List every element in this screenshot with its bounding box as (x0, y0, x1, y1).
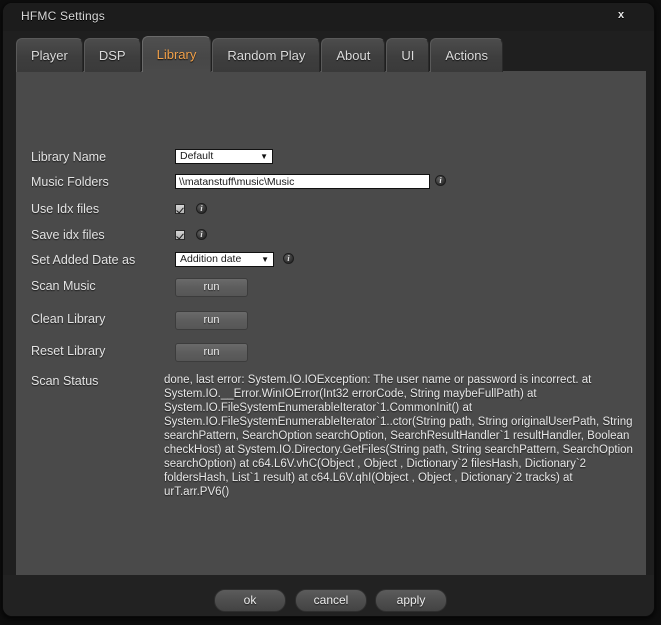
set-added-date-label: Set Added Date as (31, 253, 136, 267)
tab-bar: Player DSP Library Random Play About UI … (16, 36, 504, 72)
tab-actions[interactable]: Actions (430, 38, 504, 72)
clean-library-run-button[interactable]: run (175, 311, 248, 330)
scan-music-run-button[interactable]: run (175, 278, 248, 297)
save-idx-files-label: Save idx files (31, 228, 105, 242)
music-folders-info-icon[interactable]: i (435, 175, 446, 186)
reset-library-label: Reset Library (31, 344, 106, 358)
music-folders-input[interactable] (175, 174, 430, 189)
title-bar: HFMC Settings x (3, 3, 654, 31)
cancel-button[interactable]: cancel (295, 589, 367, 612)
chevron-down-icon: ▼ (260, 152, 268, 161)
chevron-down-icon: ▼ (261, 255, 269, 264)
use-idx-files-label: Use Idx files (31, 202, 100, 216)
tab-library[interactable]: Library (141, 36, 212, 72)
save-idx-files-info-icon[interactable]: i (196, 229, 207, 240)
clean-library-label: Clean Library (31, 312, 106, 326)
scan-music-label: Scan Music (31, 279, 96, 293)
tab-ui[interactable]: UI (386, 38, 430, 72)
set-added-date-dropdown[interactable]: Addition date ▼ (175, 252, 274, 267)
tab-player[interactable]: Player (16, 38, 83, 72)
scan-status-label: Scan Status (31, 374, 99, 388)
library-name-label: Library Name (31, 150, 107, 164)
music-folders-label: Music Folders (31, 175, 109, 189)
close-icon[interactable]: x (614, 8, 628, 22)
settings-window: HFMC Settings x Player DSP Library Rando… (2, 2, 655, 617)
reset-library-run-button[interactable]: run (175, 343, 248, 362)
scan-status-value: done, last error: System.IO.IOException:… (164, 374, 633, 498)
ok-button[interactable]: ok (214, 589, 286, 612)
use-idx-files-checkbox[interactable] (175, 204, 185, 214)
set-added-date-value: Addition date (180, 253, 242, 265)
tab-about[interactable]: About (321, 38, 386, 72)
tab-dsp[interactable]: DSP (83, 38, 141, 72)
save-idx-files-checkbox[interactable] (175, 230, 185, 240)
dialog-footer: ok cancel apply (3, 575, 654, 616)
apply-button[interactable]: apply (375, 589, 447, 612)
library-name-value: Default (180, 150, 214, 162)
set-added-date-info-icon[interactable]: i (283, 253, 294, 264)
library-name-dropdown[interactable]: Default ▼ (175, 149, 273, 164)
tab-random-play[interactable]: Random Play (212, 38, 321, 72)
window-title: HFMC Settings (21, 9, 105, 23)
use-idx-files-info-icon[interactable]: i (196, 203, 207, 214)
library-settings-panel: Library Name Default ▼ Music Folders i U… (16, 71, 646, 575)
